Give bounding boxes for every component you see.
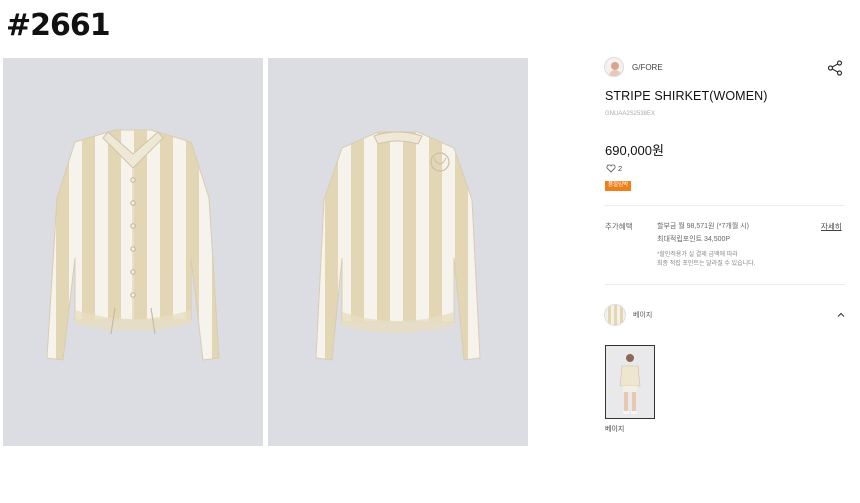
divider: [605, 205, 845, 206]
jacket-front-image: [46, 129, 220, 361]
post-tag: #2661: [6, 8, 111, 43]
points-note-2: 최종 적립 포인트는 달라질 수 있습니다.: [657, 261, 756, 267]
points-info: 최대적립포인트 34,500P: [657, 236, 731, 243]
variant-label: 베이지: [605, 426, 625, 433]
brand-link[interactable]: G/FORE: [604, 57, 663, 77]
brand-name: G/FORE: [632, 62, 663, 72]
variant-thumbnail[interactable]: [605, 345, 655, 419]
product-photo-back[interactable]: [268, 58, 528, 446]
heart-icon: [606, 164, 616, 173]
divider: [605, 284, 845, 285]
product-photo-front[interactable]: [3, 58, 263, 446]
product-code: GNUAA2S2538EX: [605, 111, 656, 117]
details-link[interactable]: 자세히: [821, 221, 842, 232]
status-badge: 품절임박: [605, 181, 632, 191]
points-note-1: *할인적용가 실 결제 금액에 따라: [657, 252, 738, 258]
color-swatch: [604, 304, 626, 326]
product-title: STRIPE SHIRKET(WOMEN): [605, 89, 768, 103]
like-button[interactable]: 2: [606, 164, 622, 173]
color-option-label: 베이지: [633, 312, 653, 319]
like-count: 2: [618, 164, 623, 173]
jacket-back-image: [315, 131, 481, 361]
model-thumbnail-image: [606, 346, 654, 418]
brand-avatar-icon: [604, 57, 624, 77]
installment-info: 할부금 월 98,571원 (*7개월 시): [657, 223, 749, 230]
chevron-up-icon: [837, 312, 845, 317]
color-option-toggle[interactable]: 베이지: [604, 303, 845, 327]
share-icon[interactable]: [827, 60, 843, 76]
benefit-label: 추가혜택: [605, 222, 633, 231]
product-price: 690,000원: [605, 143, 664, 158]
